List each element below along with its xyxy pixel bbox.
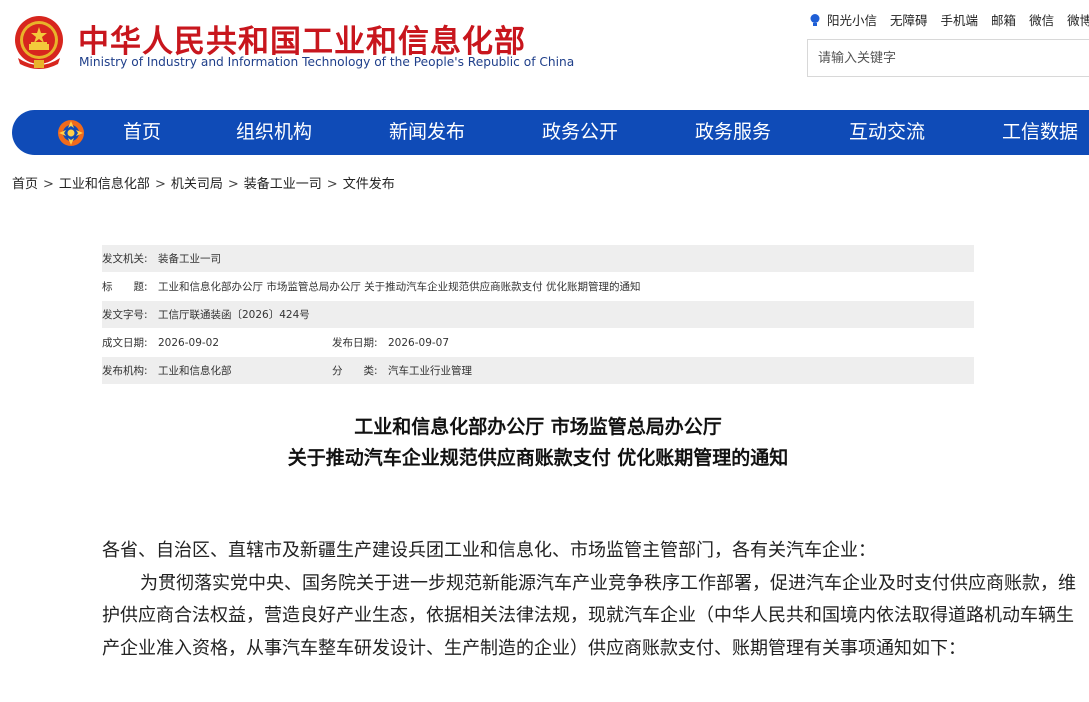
breadcrumb-separator: > [326,177,338,192]
nav-item-interaction[interactable]: 互动交流 [849,110,925,155]
breadcrumb-ministry[interactable]: 工业和信息化部 [59,177,150,192]
meta-category-cell: 分 类: 汽车工业行业管理 [332,363,472,378]
top-link-weibo[interactable]: 微博 [1067,10,1089,29]
breadcrumb-separator: > [43,177,54,192]
breadcrumb: 首页 > 工业和信息化部 > 机关司局 > 装备工业一司 > 文件发布 [12,173,395,192]
meta-label: 发文机关: [102,253,148,265]
meta-label: 发布日期: [332,337,378,349]
meta-value-doc-number: 工信厅联通装函〔2026〕424号 [158,309,310,321]
meta-label: 成文日期: [102,337,148,349]
meta-row-doc-number: 发文字号: 工信厅联通装函〔2026〕424号 [102,301,974,328]
meta-row-issuer: 发文机关: 装备工业一司 [102,245,974,272]
meta-value-category: 汽车工业行业管理 [388,365,472,377]
document-title-line2: 关于推动汽车企业规范供应商账款支付 优化账期管理的通知 [287,447,789,469]
meta-label: 发布机构: [102,365,148,377]
nav-item-home[interactable]: 首页 [123,110,161,155]
nav-item-news[interactable]: 新闻发布 [389,110,465,155]
breadcrumb-home[interactable]: 首页 [12,177,38,192]
search-input[interactable] [808,40,1089,76]
document-body: 各省、自治区、直辖市及新疆生产建设兵团工业和信息化、市场监管主管部门，各有关汽车… [102,535,1077,665]
meta-value-org: 工业和信息化部 [158,365,232,377]
nav-item-data[interactable]: 工信数据 [1002,110,1078,155]
breadcrumb-separator: > [227,177,239,192]
search-box [807,39,1089,77]
nav-item-organization[interactable]: 组织机构 [236,110,312,155]
top-links: 阳光小信 无障碍 手机端 邮箱 微信 微博 [808,10,1089,29]
breadcrumb-departments[interactable]: 机关司局 [171,177,223,192]
site-subtitle: Ministry of Industry and Information Tec… [79,55,575,69]
ministry-logo-icon[interactable] [56,118,86,148]
meta-published-cell: 发布日期: 2026-09-07 [332,335,449,350]
top-link-mail[interactable]: 邮箱 [991,10,1016,29]
top-link-sunshine[interactable]: 阳光小信 [808,10,877,29]
site-header: 中华人民共和国工业和信息化部 Ministry of Industry and … [0,0,1089,100]
meta-label: 分 类: [332,365,378,377]
document-paragraph: 为贯彻落实党中央、国务院关于进一步规范新能源汽车产业竞争秩序工作部署，促进汽车企… [102,572,1076,659]
top-link-mobile[interactable]: 手机端 [941,10,979,29]
national-emblem-icon[interactable] [12,14,66,72]
breadcrumb-separator: > [154,177,166,192]
meta-row-dates: 成文日期: 2026-09-02 发布日期: 2026-09-07 [102,329,974,356]
document-metadata: 发文机关: 装备工业一司 标 题: 工业和信息化部办公厅 市场监管总局办公厅 关… [102,245,974,385]
breadcrumb-documents[interactable]: 文件发布 [343,177,395,192]
meta-label: 发文字号: [102,309,148,321]
nav-item-gov-services[interactable]: 政务服务 [695,110,771,155]
nav-item-gov-affairs[interactable]: 政务公开 [542,110,618,155]
breadcrumb-equipment-dept[interactable]: 装备工业一司 [244,177,322,192]
main-nav: 首页 组织机构 新闻发布 政务公开 政务服务 互动交流 工信数据 [12,110,1089,155]
document-title-line1: 工业和信息化部办公厅 市场监管总局办公厅 [354,416,722,438]
meta-value-issuer: 装备工业一司 [158,253,221,265]
top-link-wechat[interactable]: 微信 [1029,10,1054,29]
meta-row-org: 发布机构: 工业和信息化部 分 类: 汽车工业行业管理 [102,357,974,384]
top-link-accessibility[interactable]: 无障碍 [890,10,928,29]
meta-value-published-date: 2026-09-07 [388,337,450,349]
top-link-label: 阳光小信 [827,13,878,28]
document-salutation: 各省、自治区、直辖市及新疆生产建设兵团工业和信息化、市场监管主管部门，各有关汽车… [102,540,876,561]
lightbulb-icon [810,14,820,26]
document-title: 工业和信息化部办公厅 市场监管总局办公厅 关于推动汽车企业规范供应商账款支付 优… [102,412,974,474]
meta-row-title: 标 题: 工业和信息化部办公厅 市场监管总局办公厅 关于推动汽车企业规范供应商账… [102,273,974,300]
meta-value-written-date: 2026-09-02 [158,336,220,349]
meta-label: 标 题: [102,281,148,293]
meta-value-title: 工业和信息化部办公厅 市场监管总局办公厅 关于推动汽车企业规范供应商账款支付 优… [158,281,641,293]
